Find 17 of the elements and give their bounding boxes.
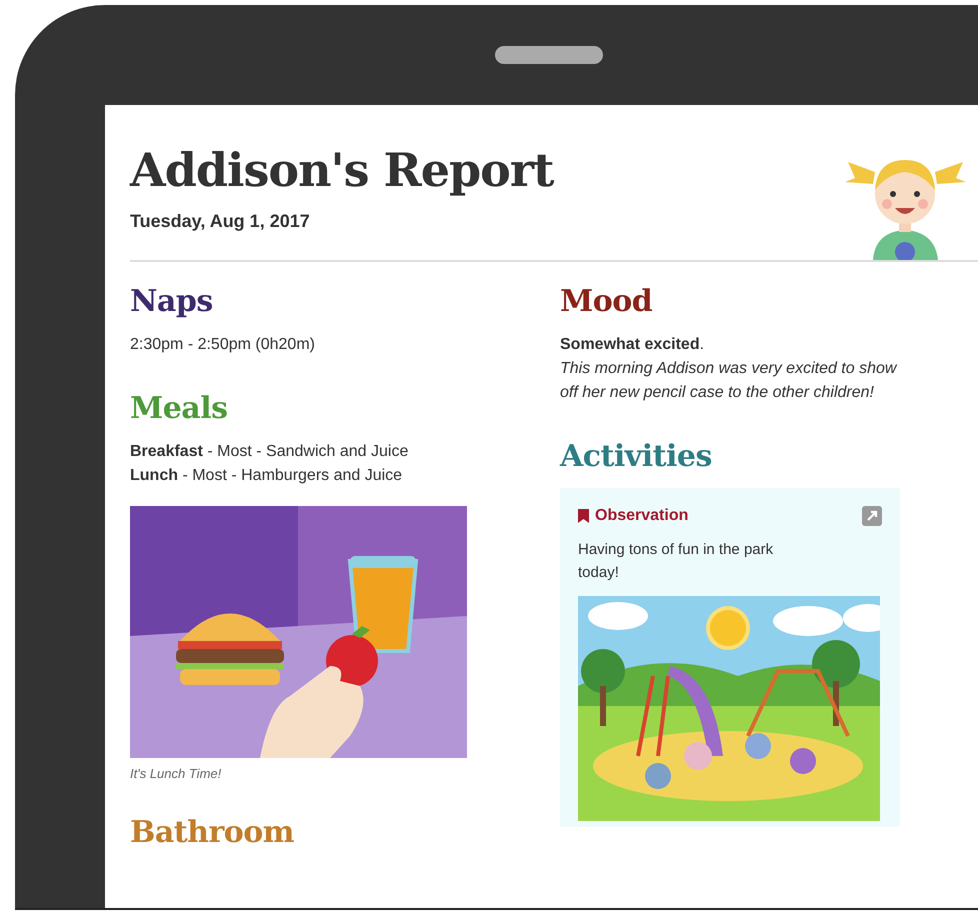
bookmark-icon [578,509,589,523]
section-heading: Naps [130,284,214,319]
mood-summary: Somewhat excited. [560,335,706,355]
image-caption: It's Lunch Time! [130,766,222,781]
observation-label: Observation [578,507,688,525]
open-external-button[interactable] [862,506,882,526]
section-heading: Activities [560,439,713,474]
report-date: Tuesday, Aug 1, 2017 [130,211,311,232]
mood-note: This morning Addison was very excited to show off her new pencil case to the other children! [560,359,898,403]
report-title: Addison's Report [130,143,554,197]
meal-entry: Breakfast - Most - Sandwich and Juice [130,442,410,462]
section-heading: Mood [560,284,654,319]
section-heading: Bathroom [130,815,296,850]
meal-entry: Lunch - Most - Hamburgers and Juice [130,466,404,486]
nap-time: 2:30pm - 2:50pm (0h20m) [130,335,316,355]
activity-text: Having tons of fun in the park today! [578,540,774,583]
section-heading: Meals [130,391,229,426]
